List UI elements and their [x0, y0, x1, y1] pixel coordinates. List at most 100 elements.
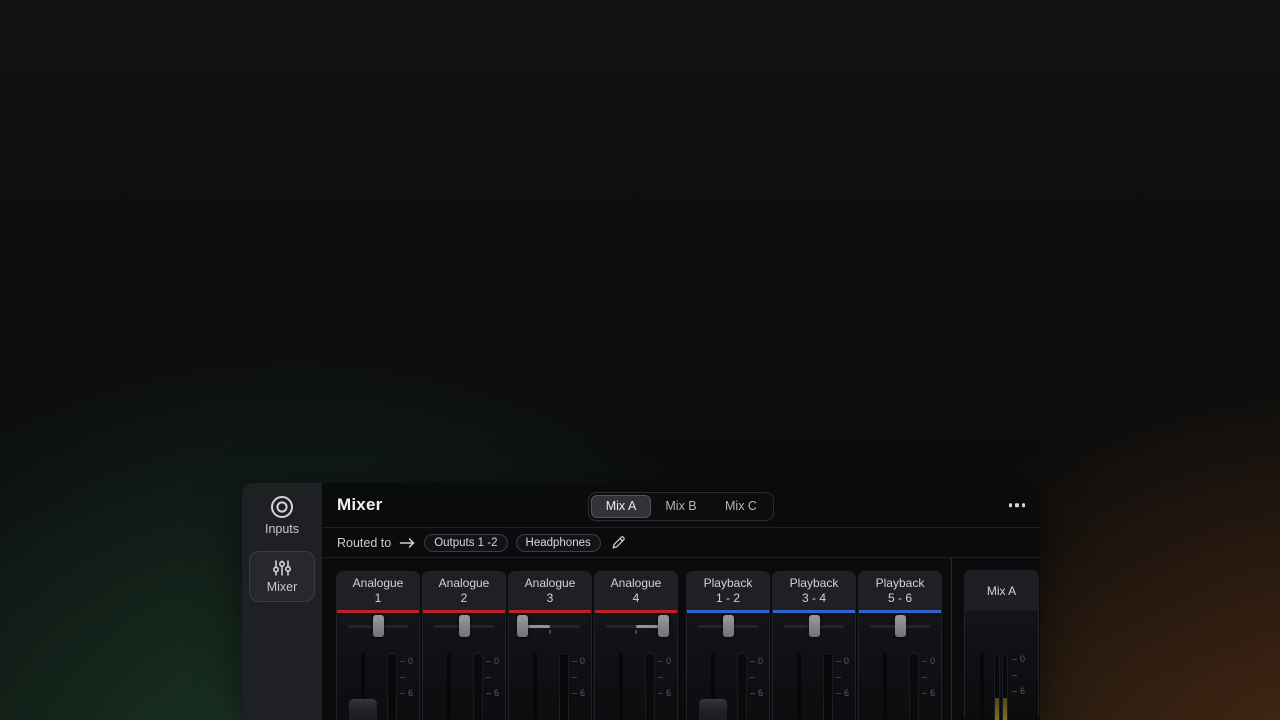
- channel-name-line2: 2: [423, 591, 505, 606]
- channel-strip: Analogue 3 0 6: [508, 571, 592, 720]
- meter-scale-label: 6: [758, 689, 763, 697]
- meter-signal: [995, 698, 999, 720]
- fader-track[interactable]: [797, 653, 801, 720]
- sidebar-item-inputs[interactable]: Inputs: [249, 494, 315, 536]
- pan-thumb[interactable]: [895, 615, 906, 637]
- sidebar-item-label: Mixer: [250, 580, 314, 594]
- channel-strip: Analogue 2 0 6: [422, 571, 506, 720]
- pencil-icon[interactable]: [611, 535, 626, 550]
- channel-name: Playback 5 - 6: [859, 572, 941, 610]
- master-strip-mix-a: Mix A 0 6: [964, 570, 1039, 718]
- fader-thumb[interactable]: [699, 699, 727, 720]
- channel-name: Playback 3 - 4: [773, 572, 855, 610]
- level-meter: [559, 653, 569, 720]
- tab-mix-c[interactable]: Mix C: [711, 495, 771, 518]
- channel-strip: Playback 5 - 6 0 6: [858, 571, 942, 720]
- meter-scale-label: 6: [666, 689, 671, 697]
- channel-strip: Analogue 1 0 6: [336, 571, 420, 720]
- pan-thumb[interactable]: [723, 615, 734, 637]
- fader-track[interactable]: [447, 653, 451, 720]
- channel-name-line2: 5 - 6: [859, 591, 941, 606]
- pan-slider[interactable]: [595, 613, 677, 639]
- meter-scale-label: 0: [494, 657, 499, 665]
- master-name: Mix A: [965, 571, 1038, 611]
- pan-slider[interactable]: [423, 613, 505, 639]
- pan-slider[interactable]: [773, 613, 855, 639]
- level-meter: [473, 653, 483, 720]
- tab-mix-a[interactable]: Mix A: [591, 495, 651, 518]
- channel-name: Analogue 1: [337, 572, 419, 610]
- meter-scale-label: 0: [580, 657, 585, 665]
- master-level-meter: [994, 654, 1008, 720]
- channel-name-line1: Analogue: [509, 576, 591, 591]
- pan-thumb[interactable]: [809, 615, 820, 637]
- meter-scale-label: 0: [930, 657, 935, 665]
- sidebar-item-label: Inputs: [249, 522, 315, 536]
- meter-signal: [1003, 698, 1007, 720]
- master-fader-section: 0 6: [965, 611, 1038, 717]
- level-meter: [823, 653, 833, 720]
- channel-name-line1: Playback: [773, 576, 855, 591]
- channel-name-line2: 1 - 2: [687, 591, 769, 606]
- meter-scale-label: 0: [844, 657, 849, 665]
- sidebar-item-mixer[interactable]: Mixer: [249, 551, 315, 602]
- channel-name-line2: 1: [337, 591, 419, 606]
- sidebar: Inputs Mixer: [242, 483, 322, 720]
- channel-name-line2: 4: [595, 591, 677, 606]
- master-divider: [951, 558, 952, 720]
- fader-section: 0 6: [773, 639, 855, 720]
- channel-name-line1: Analogue: [423, 576, 505, 591]
- route-destination-badge: Headphones: [516, 534, 601, 552]
- arrow-right-icon: [399, 537, 416, 549]
- pan-thumb[interactable]: [459, 615, 470, 637]
- level-meter: [387, 653, 397, 720]
- pan-thumb[interactable]: [373, 615, 384, 637]
- mixer-header: Mixer Mix A Mix B Mix C: [322, 483, 1040, 528]
- meter-scale-label: 0: [408, 657, 413, 665]
- routing-bar: Routed to Outputs 1 -2 Headphones: [322, 528, 1040, 558]
- mix-tab-group: Mix A Mix B Mix C: [588, 492, 774, 521]
- mixer-main: Mixer Mix A Mix B Mix C Routed to Output…: [322, 483, 1040, 720]
- pan-slider[interactable]: [859, 613, 941, 639]
- mixer-window: Inputs Mixer Mixer Mix A Mix B: [242, 483, 1040, 720]
- channel-strip: Playback 1 - 2 0 6: [686, 571, 770, 720]
- meter-scale-label: 0: [666, 657, 671, 665]
- fader-section: 0 6: [859, 639, 941, 720]
- tab-mix-b[interactable]: Mix B: [651, 495, 711, 518]
- fader-section: 0 6: [509, 639, 591, 720]
- fader-track[interactable]: [619, 653, 623, 720]
- meter-scale-label: 6: [580, 689, 585, 697]
- meter-scale-label: 6: [1020, 687, 1025, 695]
- pan-thumb[interactable]: [658, 615, 669, 637]
- meter-scale-label: 6: [494, 689, 499, 697]
- level-meter: [909, 653, 919, 720]
- level-meter: [645, 653, 655, 720]
- pan-slider[interactable]: [687, 613, 769, 639]
- ellipsis-icon[interactable]: [1009, 503, 1026, 507]
- pan-slider[interactable]: [509, 613, 591, 639]
- pan-thumb[interactable]: [517, 615, 528, 637]
- routed-to-label: Routed to: [337, 536, 391, 550]
- meter-scale-label: 6: [408, 689, 413, 697]
- pan-center-tick: [635, 630, 637, 634]
- channel-name-line1: Analogue: [595, 576, 677, 591]
- channel-name-line1: Playback: [687, 576, 769, 591]
- pan-slider[interactable]: [337, 613, 419, 639]
- channel-strip: Analogue 4 0 6: [594, 571, 678, 720]
- meter-scale-label: 6: [930, 689, 935, 697]
- fader-thumb[interactable]: [349, 699, 377, 720]
- channel-name-line1: Playback: [859, 576, 941, 591]
- route-destination-badge: Outputs 1 -2: [424, 534, 507, 552]
- meter-scale-label: 6: [844, 689, 849, 697]
- master-fader-track[interactable]: [980, 654, 984, 720]
- channel-name: Playback 1 - 2: [687, 572, 769, 610]
- channel-name-line2: 3: [509, 591, 591, 606]
- page-title: Mixer: [337, 495, 382, 515]
- pan-center-tick: [549, 630, 551, 634]
- fader-track[interactable]: [533, 653, 537, 720]
- channel-name: Analogue 3: [509, 572, 591, 610]
- fader-track[interactable]: [883, 653, 887, 720]
- mixer-sliders-icon: [250, 558, 314, 578]
- channel-strip-area: Analogue 1 0 6 Analogue 2: [322, 558, 1040, 720]
- fader-section: 0 6: [337, 639, 419, 720]
